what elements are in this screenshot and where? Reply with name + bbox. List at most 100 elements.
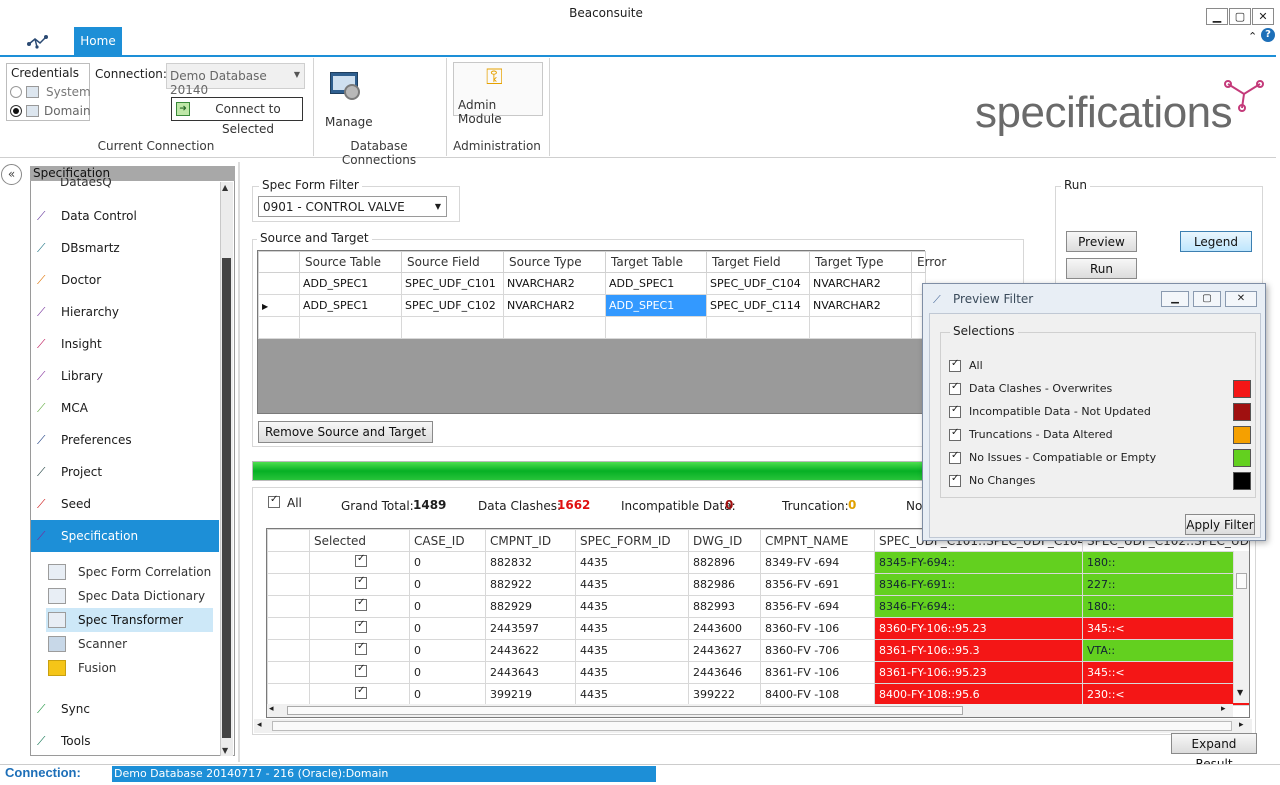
column-header[interactable]: SPEC_FORM_ID — [575, 529, 689, 552]
table-cell[interactable]: ADD_SPEC1 — [299, 294, 402, 317]
selected-checkbox-cell[interactable] — [309, 573, 410, 596]
splitter[interactable] — [238, 162, 240, 762]
row-header-cell[interactable] — [267, 551, 310, 574]
row-checkbox[interactable] — [355, 685, 367, 699]
column-header[interactable]: Selected — [309, 529, 410, 552]
filter-checkbox[interactable] — [949, 473, 961, 487]
column-header[interactable]: Source Type — [503, 251, 606, 273]
outer-hscroll-thumb[interactable] — [272, 721, 1232, 731]
minimize-button[interactable]: ▁ — [1206, 8, 1228, 25]
table-cell[interactable]: 882986 — [688, 573, 761, 596]
dialog-minimize-button[interactable]: ▁ — [1161, 291, 1189, 307]
table-cell[interactable]: 8361-FY-106::95.23 — [874, 661, 1083, 684]
filter-item[interactable]: Data Clashes - Overwrites — [949, 380, 1251, 401]
table-cell[interactable]: 180:: — [1082, 551, 1249, 574]
selected-checkbox-cell[interactable] — [309, 683, 410, 706]
selected-checkbox-cell[interactable] — [309, 617, 410, 640]
row-checkbox[interactable] — [355, 641, 367, 655]
app-logo-icon[interactable] — [26, 32, 52, 50]
row-header-cell[interactable] — [267, 595, 310, 618]
table-cell[interactable] — [401, 316, 504, 339]
nav-item-dbsmartz[interactable]: ⟋ DBsmartz — [31, 232, 219, 264]
table-cell[interactable]: 2443646 — [688, 661, 761, 684]
table-cell[interactable]: 2443597 — [485, 617, 576, 640]
legend-button[interactable]: Legend — [1180, 231, 1252, 252]
nav-item-mca[interactable]: ⟋ MCA — [31, 392, 219, 424]
filter-item[interactable]: No Changes — [949, 472, 1251, 493]
filter-item[interactable]: All — [949, 358, 1249, 378]
table-cell[interactable]: NVARCHAR2 — [809, 294, 912, 317]
table-row[interactable]: 088292244358829868356-FV -6918346-FY-691… — [267, 573, 1249, 596]
results-inner-hscrollbar[interactable]: ◂ ▸ — [267, 704, 1233, 717]
nav-scroll-thumb[interactable] — [222, 258, 231, 738]
table-cell[interactable]: 882896 — [688, 551, 761, 574]
table-cell[interactable]: 8400-FY-108::95.6 — [874, 683, 1083, 706]
table-row[interactable]: 039921944353992228400-FV -1088400-FY-108… — [267, 683, 1249, 706]
table-cell[interactable]: SPEC_UDF_C114 — [706, 294, 810, 317]
nav-item-doctor[interactable]: ⟋ Doctor — [31, 264, 219, 296]
sub-item-spec-data-dictionary[interactable]: Spec Data Dictionary — [46, 584, 213, 608]
maximize-button[interactable]: ▢ — [1229, 8, 1251, 25]
domain-radio[interactable] — [10, 105, 22, 117]
table-cell[interactable]: SPEC_UDF_C101 — [401, 272, 504, 295]
table-cell[interactable] — [503, 316, 606, 339]
table-cell[interactable]: 0 — [409, 595, 486, 618]
spec-form-filter-select[interactable]: 0901 - CONTROL VALVE ▼ — [258, 196, 447, 217]
table-row[interactable]: 02443643443524436468361-FV -1068361-FY-1… — [267, 661, 1249, 684]
scroll-right-arrow-icon[interactable]: ▸ — [1239, 720, 1244, 730]
table-cell[interactable]: 0 — [409, 573, 486, 596]
row-header-cell[interactable] — [258, 316, 300, 339]
row-checkbox[interactable] — [355, 663, 367, 677]
dialog-close-button[interactable]: ✕ — [1225, 291, 1257, 307]
results-vertical-scrollbar[interactable]: ▼ — [1233, 551, 1249, 703]
selected-checkbox-cell[interactable] — [309, 595, 410, 618]
system-radio[interactable] — [10, 86, 22, 98]
table-cell[interactable]: 8360-FV -106 — [760, 617, 875, 640]
nav-item-library[interactable]: ⟋ Library — [31, 360, 219, 392]
row-header-cell[interactable] — [267, 617, 310, 640]
nav-item-seed[interactable]: ⟋ Seed — [31, 488, 219, 520]
table-cell[interactable]: 0 — [409, 639, 486, 662]
sub-item-spec-transformer[interactable]: Spec Transformer — [46, 608, 213, 632]
table-cell[interactable]: 882993 — [688, 595, 761, 618]
table-cell[interactable]: 345::< — [1082, 617, 1249, 640]
table-cell[interactable]: 8360-FV -706 — [760, 639, 875, 662]
row-header-cell[interactable] — [267, 639, 310, 662]
table-cell[interactable]: 8346-FY-694:: — [874, 595, 1083, 618]
tab-home[interactable]: Home — [74, 27, 122, 56]
row-checkbox[interactable] — [355, 597, 367, 611]
nav-item-clipped[interactable]: DataesQ — [60, 178, 112, 188]
row-checkbox[interactable] — [355, 553, 367, 567]
selected-checkbox-cell[interactable] — [309, 551, 410, 574]
table-cell[interactable]: 180:: — [1082, 595, 1249, 618]
table-cell[interactable]: 8349-FV -694 — [760, 551, 875, 574]
scroll-down-arrow-icon[interactable]: ▼ — [1237, 688, 1243, 697]
nav-item-preferences[interactable]: ⟋ Preferences — [31, 424, 219, 456]
table-cell[interactable]: 8360-FY-106::95.23 — [874, 617, 1083, 640]
scroll-left-arrow-icon[interactable]: ◂ — [269, 704, 274, 714]
column-header[interactable]: Source Table — [299, 251, 402, 273]
scroll-up-arrow-icon[interactable]: ▲ — [222, 183, 228, 192]
table-row[interactable]: 02443622443524436278360-FV -7068361-FY-1… — [267, 639, 1249, 662]
filter-checkbox[interactable] — [949, 404, 961, 418]
table-cell[interactable]: 8346-FY-691:: — [874, 573, 1083, 596]
table-cell[interactable]: SPEC_UDF_C102 — [401, 294, 504, 317]
table-cell[interactable] — [809, 316, 912, 339]
manage-database-icon[interactable] — [330, 70, 362, 102]
table-cell[interactable]: 4435 — [575, 573, 689, 596]
table-cell[interactable]: 8361-FY-106::95.3 — [874, 639, 1083, 662]
new-row[interactable] — [258, 316, 926, 339]
table-cell[interactable]: ADD_SPEC1 — [299, 272, 402, 295]
selected-checkbox-cell[interactable] — [309, 639, 410, 662]
nav-item-tools[interactable]: ⟋ Tools — [31, 725, 219, 757]
scroll-left-arrow-icon[interactable]: ◂ — [257, 720, 262, 730]
table-cell[interactable]: 8356-FV -694 — [760, 595, 875, 618]
table-cell[interactable]: 2443643 — [485, 661, 576, 684]
table-cell[interactable]: 882929 — [485, 595, 576, 618]
table-cell[interactable]: 4435 — [575, 639, 689, 662]
column-header[interactable]: Target Table — [605, 251, 707, 273]
table-cell[interactable]: 2443622 — [485, 639, 576, 662]
source-target-grid[interactable]: Source Table Source Field Source Type Ta… — [257, 250, 946, 414]
column-header[interactable]: Source Field — [401, 251, 504, 273]
row-header-cell[interactable] — [267, 573, 310, 596]
